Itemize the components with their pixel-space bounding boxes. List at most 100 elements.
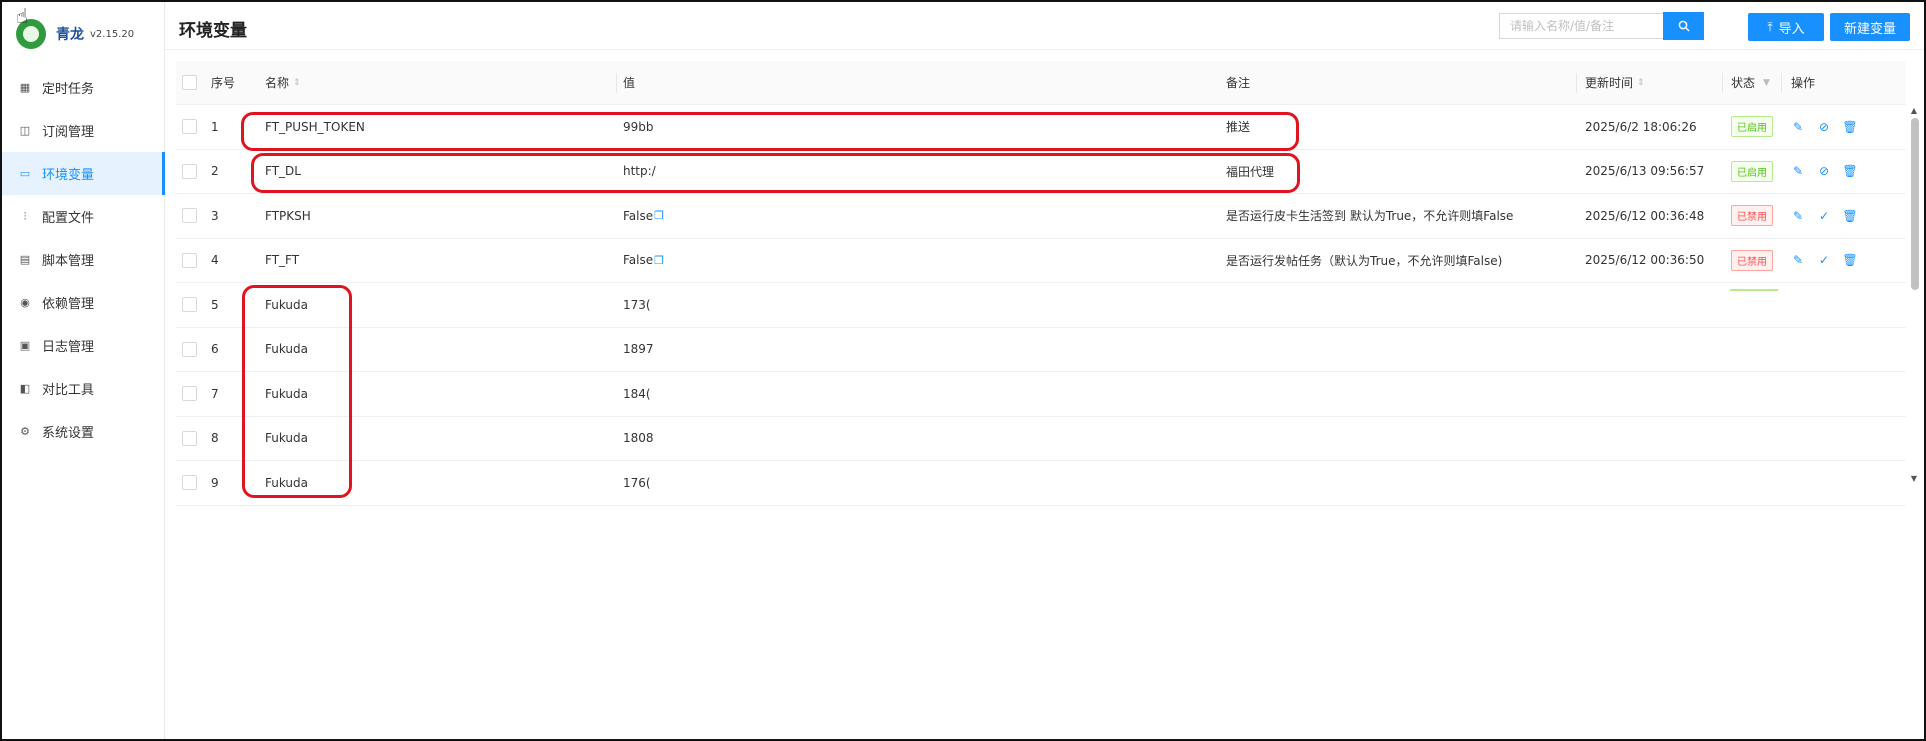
sidebar-nav: ▦ 定时任务 ◫ 订阅管理 ▭ 环境变量 ⫶ 配置文件 ▤ 脚本管理 ◉ 依赖管理 ▣ 日志管理 ◧ 对比工具… [2,66,165,453]
row-value: False [623,208,654,223]
sidebar-item-7[interactable]: ◧ 对比工具 [2,367,164,410]
row-remark: 是否运行皮卡生活签到 默认为True，不允许则填False [1226,209,1514,224]
row-actions: ✎ ⊘ 🗑 [1791,150,1869,194]
sidebar-item-0[interactable]: ▦ 定时任务 [2,66,164,109]
row-name: FT_FT [265,253,300,268]
row-value: 99bb [623,119,654,134]
row-index: 6 [211,342,219,357]
row-index: 5 [211,297,219,312]
delete-icon[interactable]: 🗑 [1842,209,1857,223]
row-remark: 福田代理 [1226,164,1275,179]
col-name-header[interactable]: 名称 ⇕ [265,61,301,104]
edit-icon[interactable]: ✎ [1791,164,1805,178]
copy-icon[interactable]: ❐ [654,254,664,267]
table-row[interactable]: 4 FT_FT False ❐ 是否运行发帖任务（默认为True，不允许则填False)… [176,239,1906,283]
sidebar-item-1[interactable]: ◫ 订阅管理 [2,109,164,152]
sidebar-item-label: 脚本管理 [42,254,95,269]
row-checkbox[interactable] [182,119,197,135]
diff-icon: ◧ [19,382,31,395]
table-body: 1 FT_PUSH_TOKEN 99bb 推送 2025/6/2 18:06:26 已启用… [176,105,1906,506]
sidebar-item-8[interactable]: ⚙ 系统设置 [2,410,164,453]
column-divider [616,73,617,93]
table-row[interactable]: 8 Fukuda 1808 [176,417,1906,461]
row-index: 4 [211,253,219,268]
table-header: 序号 名称 ⇕ 值 备注 更新时间 ⇕ 状态 ▼ 操作 [176,61,1906,105]
row-select-cell [182,461,197,505]
new-variable-button[interactable]: 新建变量 [1830,13,1910,41]
log-icon: ▣ [19,339,31,352]
delete-icon[interactable]: 🗑 [1842,164,1857,178]
enable-icon[interactable]: ✓ [1817,253,1831,267]
row-checkbox[interactable] [182,386,197,402]
select-all-checkbox[interactable] [182,75,197,90]
select-all-cell [182,61,197,104]
sidebar-item-4[interactable]: ▤ 脚本管理 [2,238,164,281]
row-select-cell [182,105,197,149]
sidebar: 青龙 v2.15.20 ▦ 定时任务 ◫ 订阅管理 ▭ 环境变量 ⫶ 配置文件 ▤ 脚本管理 ◉ 依赖… [2,2,165,739]
env-table: 序号 名称 ⇕ 值 备注 更新时间 ⇕ 状态 ▼ 操作 1 FT_PUSH_TOKEN 9… [176,61,1906,506]
edit-icon[interactable]: ✎ [1791,209,1805,223]
disable-icon[interactable]: ⊘ [1817,120,1831,134]
delete-icon[interactable]: 🗑 [1842,120,1857,134]
sidebar-item-3[interactable]: ⫶ 配置文件 [2,195,164,238]
table-row[interactable]: 3 FTPKSH False ❐ 是否运行皮卡生活签到 默认为True，不允许则填Fal… [176,194,1906,239]
disable-icon[interactable]: ⊘ [1817,164,1831,178]
scroll-down-arrow-icon[interactable]: ▼ [1911,474,1917,483]
mouse-cursor-icon: ☝ [16,4,29,28]
column-divider [1722,73,1723,93]
row-updated: 2025/6/12 00:36:50 [1585,253,1705,268]
table-row[interactable]: 2 FT_DL http:/ 福田代理 2025/6/13 09:56:57 已启用 ✎ ⊘ 🗑 [176,150,1906,194]
subscription-icon: ◫ [19,124,31,137]
row-checkbox[interactable] [182,341,197,357]
row-value-cell: 176( [623,461,651,505]
table-row[interactable]: 7 Fukuda 184( [176,372,1906,417]
scrollbar-thumb[interactable] [1911,118,1919,290]
row-value-cell: 1897 [623,328,654,372]
row-index: 7 [211,386,219,401]
copy-icon[interactable]: ❐ [654,209,664,222]
sidebar-item-6[interactable]: ▣ 日志管理 [2,324,164,367]
row-value-cell: http:/ [623,150,656,194]
delete-icon[interactable]: 🗑 [1842,253,1857,267]
status-cell: 已启用 [1731,150,1773,194]
row-index: 8 [211,431,219,446]
row-value-cell: False ❐ [623,194,664,238]
search-input[interactable] [1499,13,1663,39]
status-edge [1730,289,1778,291]
row-updated: 2025/6/12 00:36:48 [1585,208,1705,223]
sidebar-item-label: 日志管理 [42,340,95,355]
enable-icon[interactable]: ✓ [1817,209,1831,223]
row-checkbox[interactable] [182,252,197,268]
scroll-up-arrow-icon[interactable]: ▲ [1911,106,1917,115]
row-checkbox[interactable] [182,208,197,224]
edit-icon[interactable]: ✎ [1791,253,1805,267]
edit-icon[interactable]: ✎ [1791,120,1805,134]
row-checkbox[interactable] [182,297,197,313]
col-ops: 操作 [1791,76,1816,90]
col-status-header[interactable]: 状态 ▼ [1731,61,1770,104]
row-value-cell: 1808 [623,417,654,461]
column-divider [1781,73,1782,93]
table-row[interactable]: 1 FT_PUSH_TOKEN 99bb 推送 2025/6/2 18:06:26 已启用… [176,105,1906,150]
search-button[interactable] [1663,12,1704,40]
import-button[interactable]: ⤒ 导入 [1748,13,1824,41]
row-value: 173( [623,297,651,312]
monitor-icon: ▭ [19,167,31,180]
row-name: FT_DL [265,164,301,179]
row-checkbox[interactable] [182,475,197,491]
table-row[interactable]: 5 Fukuda 173( [176,283,1906,328]
row-name: Fukuda [265,475,309,490]
table-row[interactable]: 9 Fukuda 176( [176,461,1906,506]
sidebar-item-5[interactable]: ◉ 依赖管理 [2,281,164,324]
app-logo-area[interactable]: 青龙 v2.15.20 [16,16,134,52]
sort-icon: ⇕ [1637,77,1645,88]
filter-icon[interactable]: ▼ [1763,78,1770,88]
sidebar-item-2[interactable]: ▭ 环境变量 [2,152,165,195]
row-checkbox[interactable] [182,430,197,446]
row-value: 1897 [623,342,654,357]
table-row[interactable]: 6 Fukuda 1897 [176,328,1906,372]
upload-icon: ⤒ [1767,19,1773,34]
row-value: 1808 [623,431,654,446]
col-updated-header[interactable]: 更新时间 ⇕ [1585,61,1645,104]
row-checkbox[interactable] [182,163,197,179]
